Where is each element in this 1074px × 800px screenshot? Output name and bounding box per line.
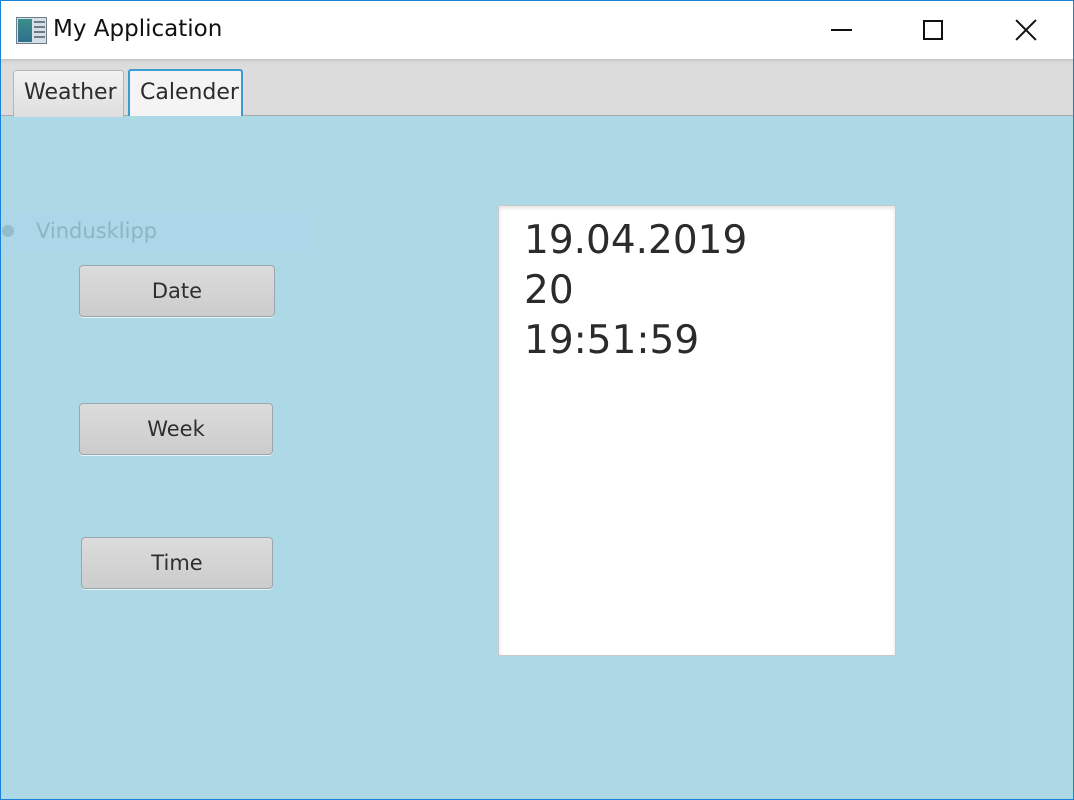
close-button[interactable] — [979, 1, 1071, 59]
week-button[interactable]: Week — [79, 403, 273, 455]
time-button[interactable]: Time — [81, 537, 273, 589]
maximize-icon — [923, 20, 943, 40]
close-icon — [1015, 19, 1037, 41]
output-line-time: 19:51:59 — [524, 318, 700, 363]
snipping-overlay: Vindusklipp — [1, 213, 310, 251]
maximize-button[interactable] — [887, 1, 979, 59]
tab-bar: Weather Calender — [1, 59, 1073, 117]
tab-weather[interactable]: Weather — [13, 70, 124, 117]
date-button[interactable]: Date — [79, 265, 275, 317]
tab-calender[interactable]: Calender — [128, 69, 243, 116]
minimize-icon — [831, 29, 852, 31]
output-line-date: 19.04.2019 — [524, 218, 748, 263]
app-window-icon — [16, 17, 47, 44]
title-bar[interactable]: My Application — [1, 1, 1073, 59]
overlay-dot-icon — [2, 225, 14, 237]
calender-tab-content: Vindusklipp Date Week Time 19.04.2019 20… — [1, 117, 1073, 799]
app-window: My Application Weather Calender Vinduskl… — [0, 0, 1074, 800]
output-line-week: 20 — [524, 268, 574, 313]
window-title: My Application — [53, 16, 223, 42]
overlay-label: Vindusklipp — [36, 219, 158, 243]
output-text-area[interactable]: 19.04.2019 20 19:51:59 — [498, 205, 896, 656]
minimize-button[interactable] — [795, 1, 887, 59]
